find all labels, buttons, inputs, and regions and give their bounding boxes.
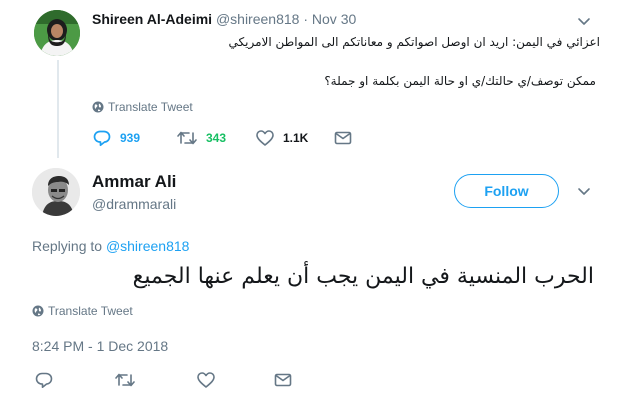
reply-count: 939 <box>120 131 141 145</box>
shireen-avatar[interactable] <box>34 10 80 56</box>
header-separator: · <box>303 11 309 27</box>
parent-tweet-header: Shireen Al-Adeimi @shireen818 · Nov 30 <box>92 11 356 27</box>
direct-message-button[interactable] <box>333 128 361 148</box>
author-handle[interactable]: @shireen818 <box>216 11 300 27</box>
tweet-timestamp[interactable]: 8:24 PM - 1 Dec 2018 <box>32 338 168 354</box>
replying-to: Replying to @shireen818 <box>32 238 189 254</box>
divider <box>0 359 629 360</box>
follow-button[interactable]: Follow <box>454 174 559 208</box>
chevron-down-icon[interactable] <box>574 12 594 32</box>
reply-icon <box>93 130 111 147</box>
chevron-down-icon[interactable] <box>574 182 594 202</box>
translate-tweet-link[interactable]: Translate Tweet <box>92 100 193 114</box>
tweet-date[interactable]: Nov 30 <box>312 11 356 27</box>
avatar-image <box>32 168 80 216</box>
retweet-button[interactable]: 343 <box>176 128 226 148</box>
parent-tweet[interactable]: Shireen Al-Adeimi @shireen818 · Nov 30 ا… <box>0 0 629 158</box>
globe-icon <box>92 101 104 113</box>
main-tweet-text: الحرب المنسية في اليمن يجب أن يعلم عنها … <box>132 264 594 289</box>
envelope-icon[interactable] <box>273 370 293 390</box>
reply-icon[interactable] <box>34 370 54 390</box>
retweet-icon[interactable] <box>114 370 136 390</box>
envelope-icon <box>334 131 352 145</box>
heart-icon[interactable] <box>196 370 216 390</box>
main-tweet: Ammar Ali @drammarali Follow Replying to… <box>0 158 629 413</box>
heart-icon <box>256 130 274 146</box>
author-handle[interactable]: @drammarali <box>92 196 176 212</box>
translate-tweet-label: Translate Tweet <box>108 100 193 114</box>
translate-tweet-link[interactable]: Translate Tweet <box>32 304 133 318</box>
replying-to-label: Replying to <box>32 238 103 254</box>
author-name[interactable]: Ammar Ali <box>92 172 176 192</box>
parent-tweet-text-line2: ممكن توصف/ي حالتك/ي او حالة اليمن بكلمة … <box>324 74 596 88</box>
avatar-image <box>34 10 80 56</box>
author-name[interactable]: Shireen Al-Adeimi <box>92 11 212 27</box>
thread-connector-line <box>57 60 59 158</box>
parent-tweet-text-line1: اعزائي في اليمن: اريد ان اوصل اصواتكم و … <box>228 35 601 49</box>
ammar-avatar[interactable] <box>32 168 80 216</box>
replying-to-handle-link[interactable]: @shireen818 <box>106 238 190 254</box>
retweet-icon <box>177 131 197 145</box>
translate-tweet-label: Translate Tweet <box>48 304 133 318</box>
reply-button[interactable]: 939 <box>92 128 140 148</box>
like-button[interactable]: 1.1K <box>255 128 308 148</box>
retweet-count: 343 <box>206 131 227 145</box>
globe-icon <box>32 305 44 317</box>
like-count: 1.1K <box>283 131 309 145</box>
